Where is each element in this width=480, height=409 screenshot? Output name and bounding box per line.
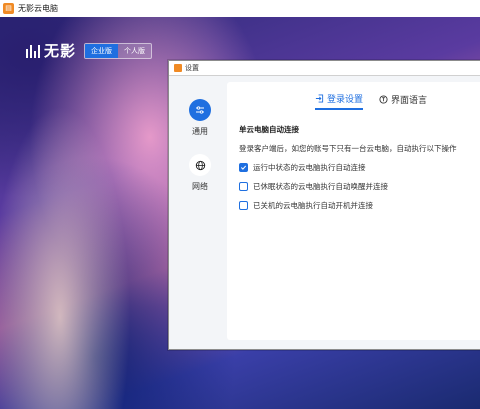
sidebar-item-network-label: 网络 <box>192 182 208 191</box>
settings-panel: 登录设置 界面语言 单云电脑自动连接 登录客户端后，如您的账号下只有一台云电脑，… <box>227 82 480 340</box>
logo-text: 无影 <box>44 42 77 60</box>
language-icon <box>379 95 388 104</box>
brand-logo: 无影 企业版 个人版 <box>26 40 153 61</box>
option-auto-connect-running[interactable]: 运行中状态的云电脑执行自动连接 <box>239 162 366 173</box>
checkbox-unchecked[interactable] <box>239 201 248 210</box>
tab-login-settings[interactable]: 登录设置 <box>315 92 364 110</box>
dialog-titlebar: 设置 <box>169 61 480 76</box>
option-label: 已休眠状态的云电脑执行自动唤醒并连接 <box>253 182 388 191</box>
sidebar-item-general[interactable]: 通用 <box>181 99 219 137</box>
globe-icon <box>189 154 211 176</box>
tab-interface-language-label: 界面语言 <box>391 96 428 106</box>
tab-interface-language[interactable]: 界面语言 <box>379 92 427 110</box>
dialog-app-icon <box>174 64 182 72</box>
section-description: 登录客户端后，如您的账号下只有一台云电脑，自动执行以下操作 <box>239 144 457 153</box>
edition-switch[interactable]: 企业版 个人版 <box>84 42 153 59</box>
app-logo-icon: ▤ <box>3 3 14 14</box>
edition-enterprise-button[interactable]: 企业版 <box>85 43 119 58</box>
login-icon <box>315 94 324 103</box>
section-title: 单云电脑自动连接 <box>239 125 299 134</box>
checkbox-checked[interactable] <box>239 163 248 172</box>
checkbox-unchecked[interactable] <box>239 182 248 191</box>
settings-tabs: 登录设置 界面语言 <box>315 92 427 110</box>
settings-dialog: 设置 通用 网络 登录设置 界面语言 单云电脑自动连接 登录客户端后，如您的账号… <box>168 60 480 350</box>
sliders-icon <box>189 99 211 121</box>
sidebar-item-general-label: 通用 <box>192 127 208 136</box>
sidebar-item-network[interactable]: 网络 <box>181 154 219 192</box>
logo-mark-icon <box>26 44 40 58</box>
option-label: 运行中状态的云电脑执行自动连接 <box>253 163 366 172</box>
tab-login-settings-label: 登录设置 <box>327 95 364 105</box>
edition-personal-button[interactable]: 个人版 <box>118 43 152 58</box>
option-auto-boot-shutdown[interactable]: 已关机的云电脑执行自动开机并连接 <box>239 200 373 211</box>
option-label: 已关机的云电脑执行自动开机并连接 <box>253 201 373 210</box>
window-title: 无影云电脑 <box>18 4 58 13</box>
option-auto-wake-hibernated[interactable]: 已休眠状态的云电脑执行自动唤醒并连接 <box>239 181 388 192</box>
dialog-title: 设置 <box>185 64 199 72</box>
window-titlebar: ▤ 无影云电脑 <box>0 0 480 18</box>
